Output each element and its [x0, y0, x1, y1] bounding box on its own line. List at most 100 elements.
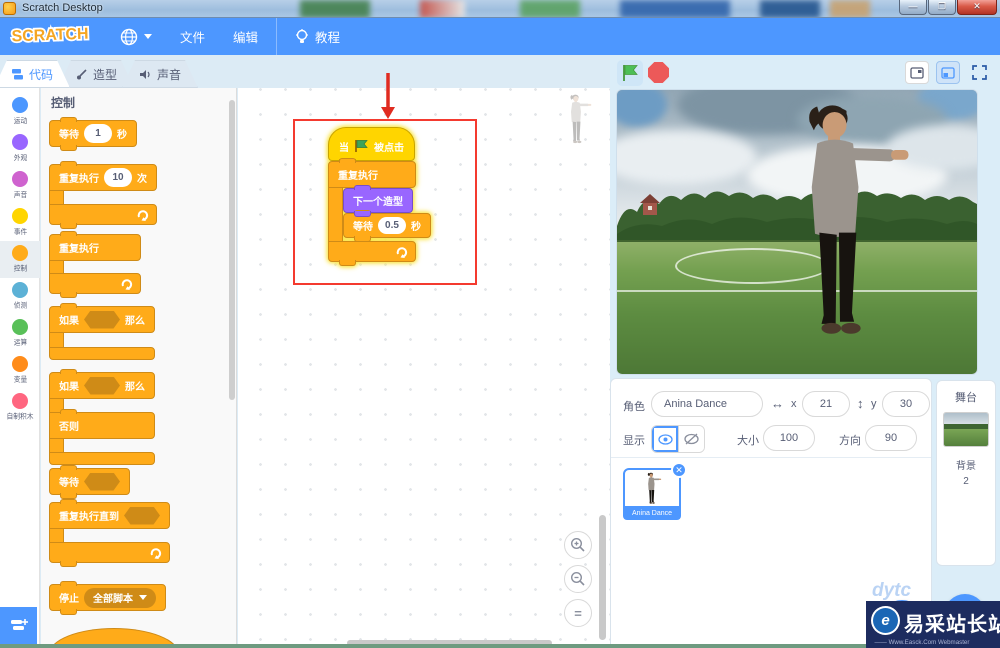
delete-sprite-button[interactable]: ✕ — [671, 462, 687, 478]
y-position-input[interactable]: 30 — [882, 391, 930, 417]
boolean-slot[interactable] — [124, 506, 160, 525]
block-input[interactable]: 1 — [84, 124, 112, 143]
category-control[interactable]: 控制 — [0, 241, 40, 278]
backdrops-label: 背景 — [956, 461, 976, 472]
menu-tutorials[interactable]: 教程 — [281, 18, 354, 55]
app-icon — [3, 2, 16, 15]
palette-scrollbar[interactable] — [229, 100, 235, 400]
menu-edit[interactable]: 编辑 — [219, 18, 272, 55]
y-position-icon: ↕ — [857, 396, 864, 411]
category-events[interactable]: 事件 — [0, 204, 40, 241]
block-label: 等待 — [59, 478, 79, 489]
editor-tabs: 代码 造型 声音 — [6, 60, 198, 88]
palette-block-repeat[interactable]: 重复执行 10 次 — [49, 161, 157, 229]
tab-code[interactable]: 代码 — [0, 60, 70, 88]
palette-block-if[interactable]: 如果 那么 — [49, 303, 155, 360]
tab-costumes[interactable]: 造型 — [58, 60, 134, 88]
logo-text: SCRATCH — [11, 26, 89, 46]
zoom-reset-button[interactable]: = — [564, 599, 592, 627]
category-label: 自制积木 — [6, 412, 34, 421]
block-label: 重复执行 — [59, 174, 99, 185]
desktop-blur — [830, 0, 870, 17]
scratch-logo[interactable]: SCRATCH — [8, 21, 92, 52]
x-position-input[interactable]: 21 — [802, 391, 850, 417]
small-stage-layout-button[interactable] — [905, 61, 929, 84]
palette-block-wait[interactable]: 等待 1 秒 — [49, 117, 137, 151]
sprite-anina-dance[interactable] — [767, 100, 913, 350]
size-label: 大小 — [737, 435, 759, 447]
minimize-button[interactable]: — — [899, 0, 927, 15]
backdrop-thumbnail — [943, 412, 989, 447]
category-label: 声音 — [13, 190, 27, 199]
sprite-item-name: Anina Dance — [623, 506, 681, 520]
annotation-highlight-box — [293, 119, 477, 285]
palette-block-forever[interactable]: 重复执行 — [49, 231, 141, 298]
watermark-subtitle: —— Www.Easck.Com Webmaster — [874, 639, 970, 646]
category-operators[interactable]: 运算 — [0, 315, 40, 352]
watermark-title: 易采站长站 — [904, 614, 1000, 636]
sprite-thumbnail — [647, 472, 662, 504]
category-myblocks[interactable]: 自制积木 — [0, 389, 40, 426]
boolean-slot[interactable] — [84, 310, 120, 329]
size-input[interactable]: 100 — [763, 425, 815, 451]
block-input[interactable]: 10 — [104, 168, 132, 187]
category-looks[interactable]: 外观 — [0, 130, 40, 167]
palette-block-if-else[interactable]: 如果 那么 否则 — [49, 369, 155, 465]
category-motion[interactable]: 运动 — [0, 93, 40, 130]
maximize-button[interactable]: ❐ — [928, 0, 956, 15]
zoom-in-button[interactable] — [564, 531, 592, 559]
boolean-slot[interactable] — [84, 472, 120, 491]
variables-dot-icon — [12, 356, 28, 372]
sprite-name-input[interactable]: Anina Dance — [651, 391, 763, 417]
language-selector[interactable] — [106, 18, 166, 55]
divider — [611, 457, 931, 458]
stop-button[interactable] — [648, 62, 669, 83]
fullscreen-button[interactable] — [967, 61, 991, 84]
boolean-slot[interactable] — [84, 376, 120, 395]
stage-title: 舞台 — [955, 392, 977, 404]
stop-dropdown[interactable]: 全部脚本 — [84, 587, 156, 608]
eye-slash-icon — [684, 433, 699, 445]
y-label: y — [871, 398, 877, 410]
add-extension-button[interactable] — [0, 607, 37, 645]
hide-sprite-button[interactable] — [678, 426, 704, 452]
green-flag-button[interactable] — [617, 60, 643, 86]
category-sound[interactable]: 声音 — [0, 167, 40, 204]
show-sprite-button[interactable] — [652, 426, 678, 452]
backdrops-count: 2 — [963, 476, 969, 487]
sprite-list-item-anina[interactable]: ✕ Anina Dance — [623, 462, 687, 520]
loop-arrow-icon — [137, 209, 149, 221]
menu-divider — [276, 18, 278, 55]
normal-stage-layout-button[interactable] — [936, 61, 960, 84]
show-label: 显示 — [623, 435, 645, 447]
palette-block-repeat-until[interactable]: 重复执行直到 — [49, 499, 170, 567]
small-stage-icon — [910, 66, 924, 79]
dropdown-value: 全部脚本 — [93, 594, 133, 605]
fullscreen-icon — [971, 65, 987, 80]
category-variables[interactable]: 变量 — [0, 352, 40, 389]
desktop-edge-strip — [0, 644, 1000, 648]
script-vertical-scrollbar[interactable] — [599, 515, 606, 640]
menu-file[interactable]: 文件 — [166, 18, 219, 55]
brush-icon — [75, 68, 88, 81]
x-label: x — [791, 398, 797, 410]
palette-block-stop[interactable]: 停止 全部脚本 — [49, 581, 166, 615]
lightbulb-icon — [296, 28, 309, 43]
category-label: 运算 — [13, 338, 27, 347]
stage-controls — [610, 58, 1000, 88]
stage-selector-card[interactable]: 舞台 背景 2 — [936, 380, 996, 566]
tab-sounds[interactable]: 声音 — [122, 60, 198, 88]
loop-arrow-icon — [150, 547, 162, 559]
zoom-out-icon — [570, 571, 585, 586]
block-label: 停止 — [59, 594, 79, 605]
category-sensing[interactable]: 侦测 — [0, 278, 40, 315]
palette-block-wait-until[interactable]: 等待 — [49, 465, 130, 499]
watermark-banner: e 易采站长站 —— Www.Easck.Com Webmaster — [866, 601, 1000, 648]
desktop-blur — [300, 0, 370, 17]
chevron-down-icon — [144, 34, 152, 39]
tab-code-label: 代码 — [28, 67, 53, 82]
zoom-out-button[interactable] — [564, 565, 592, 593]
direction-input[interactable]: 90 — [865, 425, 917, 451]
direction-label: 方向 — [839, 435, 861, 447]
close-button[interactable]: ✕ — [957, 0, 997, 15]
